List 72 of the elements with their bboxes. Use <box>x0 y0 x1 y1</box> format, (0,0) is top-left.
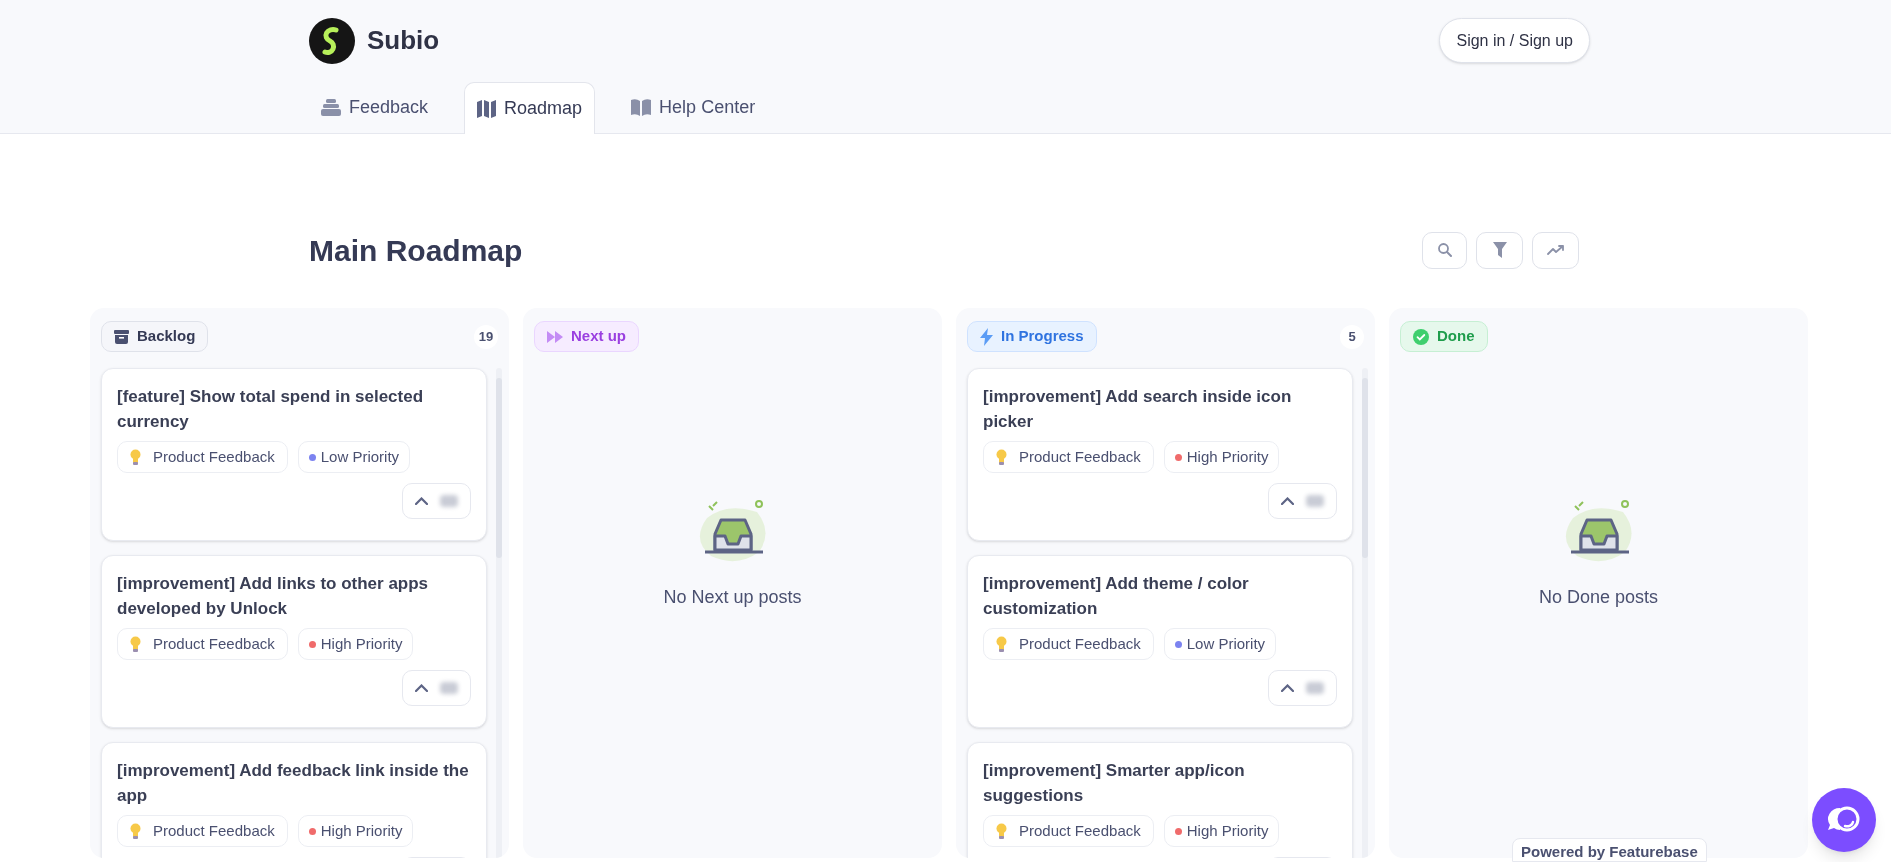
light-bulb-icon <box>130 448 141 466</box>
post-title: [improvement] Add theme / color customization <box>983 573 1250 620</box>
trend-button[interactable] <box>1532 231 1579 269</box>
post-title: [feature] Show total spend in selected currency <box>117 386 425 433</box>
post-card[interactable]: [improvement] Add links to other apps developed by Unlock Product Feedback High Priority <box>101 555 487 728</box>
light-bulb-icon <box>130 822 141 840</box>
category-tag: Product Feedback <box>983 815 1154 847</box>
search-button[interactable] <box>1422 231 1467 269</box>
chevron-up-icon <box>1281 497 1294 505</box>
sign-in-button[interactable]: Sign in / Sign up <box>1439 18 1590 63</box>
upvote-button[interactable] <box>1268 670 1337 706</box>
category-tag: Product Feedback <box>983 441 1154 473</box>
nav-tab[interactable]: Help Center <box>619 81 768 133</box>
page-title: Main Roadmap <box>309 232 523 269</box>
light-bulb-icon <box>996 635 1007 653</box>
priority-tag: High Priority <box>1163 441 1280 473</box>
upvote-button[interactable] <box>1268 483 1337 519</box>
logo-icon <box>309 17 355 64</box>
chat-button[interactable] <box>1812 788 1876 852</box>
blurred-vote-count <box>1306 495 1324 507</box>
book-icon <box>631 98 652 116</box>
post-card[interactable]: [feature] Show total spend in selected currency Product Feedback Low Priority <box>101 368 487 541</box>
map-icon <box>477 99 497 118</box>
blurred-vote-count <box>440 495 458 507</box>
chevron-up-icon <box>415 497 428 505</box>
brand-name[interactable]: Subio <box>367 21 440 60</box>
light-bulb-icon <box>130 635 141 653</box>
blurred-vote-count <box>440 682 458 694</box>
nav-tab[interactable]: Feedback <box>309 81 441 133</box>
search-icon <box>1436 242 1453 258</box>
priority-tag: Low Priority <box>297 441 411 473</box>
chevron-up-icon <box>415 684 428 692</box>
stack-icon <box>321 98 341 116</box>
check-circle-icon <box>1413 328 1429 345</box>
blurred-vote-count <box>1306 682 1324 694</box>
post-title: [improvement] Add feedback link inside the app <box>117 760 470 807</box>
post-title: [improvement] Smarter app/icon suggestions <box>983 760 1246 807</box>
category-tag: Product Feedback <box>117 441 288 473</box>
post-card[interactable]: [improvement] Add feedback link inside the app Product Feedback High Priority <box>101 742 487 858</box>
empty-state-text: No Next up posts <box>663 586 802 609</box>
category-tag: Product Feedback <box>983 628 1154 660</box>
status-badge: Next up <box>534 321 639 352</box>
filter-button[interactable] <box>1476 231 1523 269</box>
post-card[interactable]: [improvement] Smarter app/icon suggestions Product Feedback High Priority <box>967 742 1353 858</box>
powered-by-link[interactable]: Powered by Featurebase <box>1512 838 1707 862</box>
trend-arrow-icon <box>1546 244 1565 256</box>
filter-icon <box>1491 241 1508 259</box>
upvote-button[interactable] <box>402 670 471 706</box>
priority-tag: High Priority <box>297 628 414 660</box>
fast-forward-icon <box>547 330 563 343</box>
status-badge: Done <box>1400 321 1488 352</box>
post-card[interactable]: [improvement] Add theme / color customization Product Feedback Low Priority <box>967 555 1353 728</box>
post-card[interactable]: [improvement] Add search inside icon picker Product Feedback High Priority <box>967 368 1353 541</box>
post-count: 5 <box>1340 324 1364 349</box>
status-badge: In Progress <box>967 321 1097 352</box>
category-tag: Product Feedback <box>117 815 288 847</box>
post-title: [improvement] Add links to other apps developed by Unlock <box>117 573 430 620</box>
post-title: [improvement] Add search inside icon picker <box>983 386 1293 433</box>
priority-tag: High Priority <box>1163 815 1280 847</box>
priority-tag: Low Priority <box>1163 628 1277 660</box>
light-bulb-icon <box>996 822 1007 840</box>
empty-state-text: No Done posts <box>1538 586 1659 609</box>
category-tag: Product Feedback <box>117 628 288 660</box>
post-count: 19 <box>474 324 498 349</box>
archive-box-icon <box>114 329 129 344</box>
nav-tab[interactable]: Roadmap <box>464 82 596 134</box>
status-badge: Backlog <box>101 321 209 352</box>
priority-tag: High Priority <box>297 815 414 847</box>
chevron-up-icon <box>1281 684 1294 692</box>
upvote-button[interactable] <box>402 483 471 519</box>
lightning-bolt-icon <box>980 327 993 346</box>
light-bulb-icon <box>996 448 1007 466</box>
